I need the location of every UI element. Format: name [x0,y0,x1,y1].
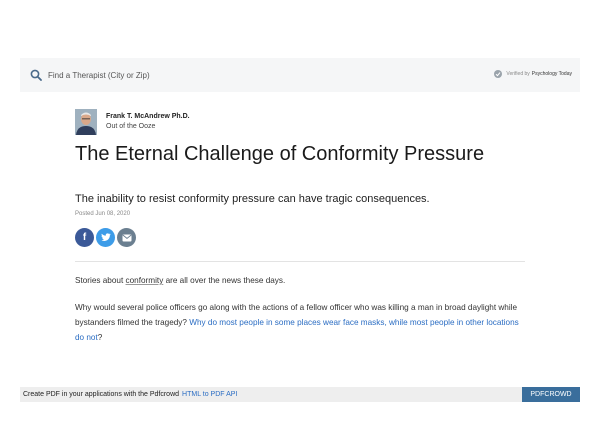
therapist-search-bar: Verified by Psychology Today [20,58,580,92]
pdfcrowd-button[interactable]: PDFCROWD [522,387,580,402]
twitter-share-button[interactable] [96,228,115,247]
envelope-icon [122,234,131,241]
content-divider [75,261,525,262]
pdfcrowd-banner: Create PDF in your applications with the… [20,387,580,402]
pdfcrowd-text: Create PDF in your applications with the… [23,391,180,398]
blog-name[interactable]: Out of the Ooze [106,123,155,130]
verified-check-icon [494,70,503,78]
email-share-button[interactable] [117,228,136,247]
html-to-pdf-link[interactable]: HTML to PDF API [182,391,237,398]
twitter-icon [101,233,111,241]
author-name[interactable]: Frank T. McAndrew Ph.D. [106,113,190,120]
search-icon [30,69,42,81]
share-buttons: f [75,228,138,247]
paragraph-1: Stories about conformity are all over th… [75,276,286,285]
verified-badge: Verified by Psychology Today [494,70,572,78]
conformity-link[interactable]: conformity [126,276,164,285]
paragraph-2: Why would several police officers go alo… [75,303,519,342]
article-title: The Eternal Challenge of Conformity Pres… [75,143,485,165]
verified-label: Verified by [506,71,530,77]
verified-brand[interactable]: Psychology Today [532,71,572,77]
posted-date: Posted Jun 08, 2020 [75,211,131,217]
author-avatar[interactable] [75,109,97,135]
article-subtitle: The inability to resist conformity press… [75,193,430,205]
facebook-icon: f [82,232,87,243]
therapist-search-input[interactable] [48,65,348,85]
facebook-share-button[interactable]: f [75,228,94,247]
